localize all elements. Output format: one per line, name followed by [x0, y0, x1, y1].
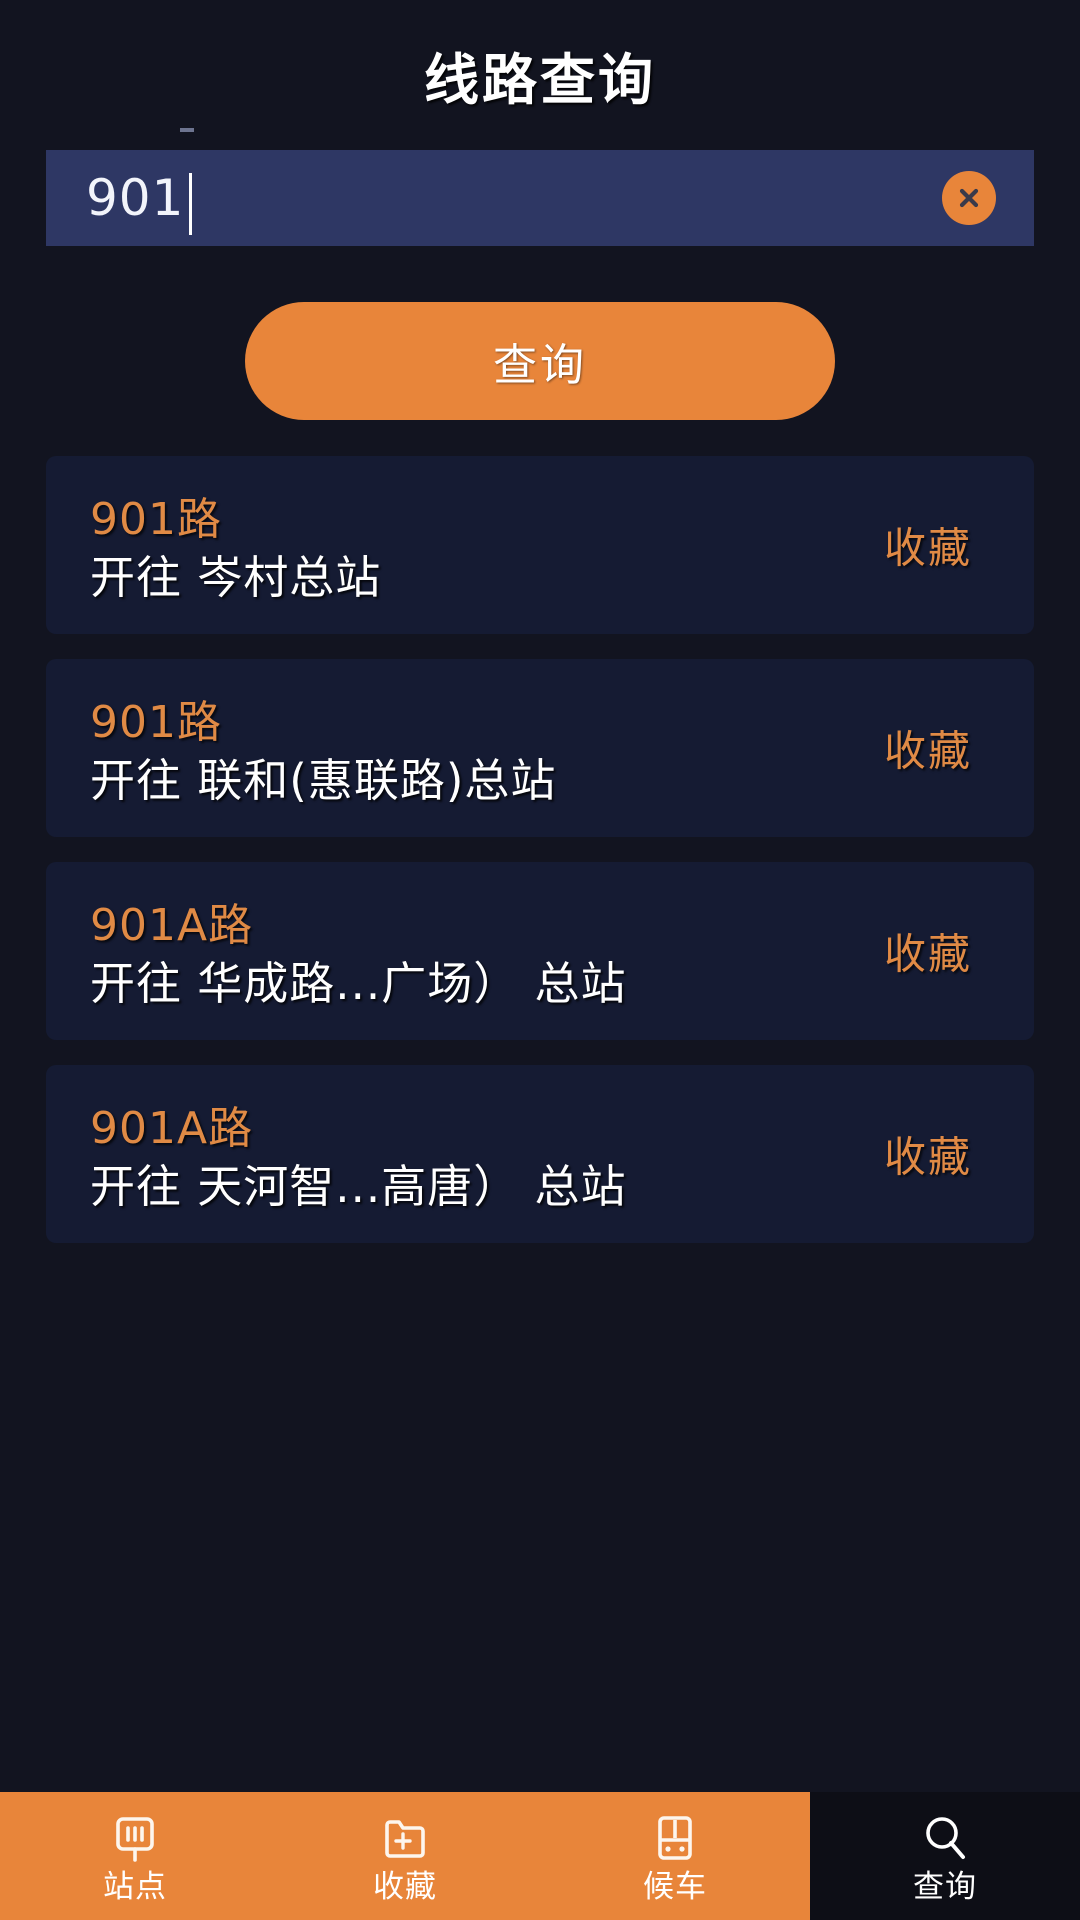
- page-title: 线路查询: [423, 48, 656, 112]
- close-circle-icon[interactable]: [942, 171, 996, 225]
- favorite-button[interactable]: 收藏: [884, 1124, 972, 1185]
- list-item[interactable]: 901路 开往 岑村总站 收藏: [46, 456, 1034, 634]
- tab-label: 候车: [643, 1868, 707, 1905]
- query-button[interactable]: 查询: [245, 302, 835, 420]
- favorite-button[interactable]: 收藏: [884, 515, 972, 576]
- bus-stop-sign-icon: [107, 1810, 163, 1866]
- search-marker: [180, 128, 194, 132]
- app-screen: 线路查询 901 查询 901路 开往 岑村总站 收藏 901路 开往 联和(惠…: [0, 0, 1080, 1920]
- tab-stations[interactable]: 站点: [0, 1792, 270, 1920]
- search-icon: [917, 1810, 973, 1866]
- favorite-button[interactable]: 收藏: [884, 921, 972, 982]
- search-input-value: 901: [86, 169, 185, 227]
- list-item[interactable]: 901路 开往 联和(惠联路)总站 收藏: [46, 659, 1034, 837]
- tab-favorites[interactable]: 收藏: [270, 1792, 540, 1920]
- results-list: 901路 开往 岑村总站 收藏 901路 开往 联和(惠联路)总站 收藏 901…: [0, 420, 1080, 1920]
- bottom-tab-bar: 站点 收藏 候车 查询: [0, 1792, 1080, 1920]
- page-header: 线路查询: [0, 0, 1080, 150]
- tab-label: 收藏: [373, 1868, 437, 1905]
- tab-search[interactable]: 查询: [810, 1792, 1080, 1920]
- favorite-button[interactable]: 收藏: [884, 718, 972, 779]
- folder-plus-icon: [377, 1810, 433, 1866]
- text-caret: [189, 173, 193, 235]
- search-section: 901: [0, 128, 1080, 246]
- tab-label: 站点: [103, 1868, 167, 1905]
- bus-shelter-icon: [647, 1810, 703, 1866]
- tab-waiting[interactable]: 候车: [540, 1792, 810, 1920]
- tab-label: 查询: [913, 1868, 977, 1905]
- list-item[interactable]: 901A路 开往 华成路...广场） 总站 收藏: [46, 862, 1034, 1040]
- search-input[interactable]: 901: [46, 150, 1034, 246]
- list-item[interactable]: 901A路 开往 天河智...高唐） 总站 收藏: [46, 1065, 1034, 1243]
- query-button-row: 查询: [0, 302, 1080, 420]
